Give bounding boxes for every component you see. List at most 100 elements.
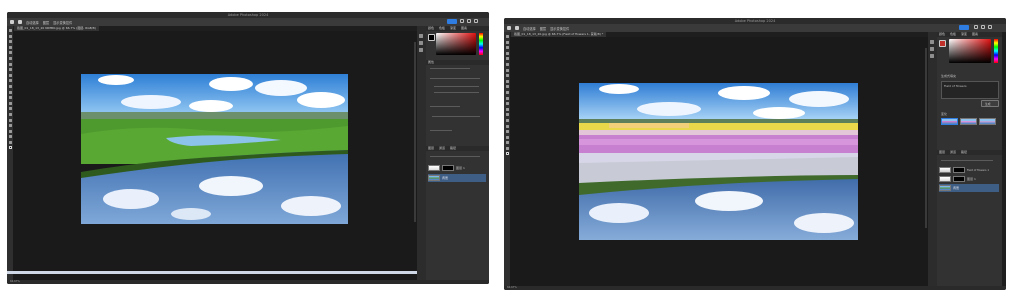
brush-settings-icon[interactable] xyxy=(930,54,934,58)
workspace-icon[interactable] xyxy=(981,25,985,29)
foreground-color-icon[interactable] xyxy=(428,34,435,41)
layer-row[interactable]: Field of flowers 1 xyxy=(939,166,999,174)
tab-color[interactable]: 颜色 xyxy=(428,26,434,31)
brush-icon[interactable] xyxy=(505,79,509,83)
crop-icon[interactable] xyxy=(8,51,12,55)
crop-icon[interactable] xyxy=(505,57,509,61)
blur-icon[interactable] xyxy=(8,101,12,105)
share-button[interactable] xyxy=(959,25,969,30)
vertical-scrollbar[interactable] xyxy=(414,42,416,222)
vertical-scrollbar[interactable] xyxy=(925,48,927,228)
zoom-icon[interactable] xyxy=(8,140,12,144)
brush-settings-icon[interactable] xyxy=(419,48,423,52)
lasso-icon[interactable] xyxy=(8,40,12,44)
pen-icon[interactable] xyxy=(505,118,509,122)
expand-icon[interactable] xyxy=(988,25,992,29)
color-swatch-icon[interactable] xyxy=(505,152,509,156)
transform-controls-option[interactable]: 显示变换控件 xyxy=(53,20,72,25)
healing-icon[interactable] xyxy=(505,74,509,78)
shape-icon[interactable] xyxy=(505,135,509,139)
shape-icon[interactable] xyxy=(8,129,12,133)
history-icon[interactable] xyxy=(930,40,934,44)
tab-gradients[interactable]: 渐变 xyxy=(961,32,967,37)
document-image[interactable] xyxy=(579,83,858,240)
tab-swatches[interactable]: 色板 xyxy=(439,26,445,31)
type-icon[interactable] xyxy=(505,124,509,128)
tab-color[interactable]: 颜色 xyxy=(939,32,945,37)
tab-paths[interactable]: 路径 xyxy=(961,150,967,155)
stamp-icon[interactable] xyxy=(8,79,12,83)
auto-select-option[interactable]: 自动选择 xyxy=(523,26,536,31)
layer-row-selected[interactable]: 背景 xyxy=(939,184,999,192)
gradient-icon[interactable] xyxy=(8,96,12,100)
tab-layers[interactable]: 图层 xyxy=(428,146,434,151)
hand-icon[interactable] xyxy=(8,135,12,139)
move-icon[interactable] xyxy=(505,35,509,38)
marquee-icon[interactable] xyxy=(505,40,509,44)
path-select-icon[interactable] xyxy=(505,130,509,134)
eyedropper-icon[interactable] xyxy=(8,62,12,66)
lasso-icon[interactable] xyxy=(505,46,509,50)
generate-button[interactable]: 生成 xyxy=(981,100,999,107)
tab-channels[interactable]: 通道 xyxy=(439,146,445,151)
auto-select-option[interactable]: 自动选择 xyxy=(26,20,39,25)
layer-row[interactable]: 图层 1 xyxy=(428,164,486,172)
variation-thumb[interactable] xyxy=(941,118,958,125)
move-icon[interactable] xyxy=(8,29,12,32)
eraser-icon[interactable] xyxy=(505,96,509,100)
expand-icon[interactable] xyxy=(474,19,478,23)
dodge-icon[interactable] xyxy=(505,113,509,117)
marquee-icon[interactable] xyxy=(8,34,12,38)
prompt-input[interactable]: Field of flowers xyxy=(941,81,999,99)
healing-icon[interactable] xyxy=(8,68,12,72)
history-icon[interactable] xyxy=(419,34,423,38)
eraser-icon[interactable] xyxy=(8,90,12,94)
hand-icon[interactable] xyxy=(505,141,509,145)
move-tool-icon[interactable] xyxy=(18,20,22,24)
brush-icon[interactable] xyxy=(8,73,12,77)
quick-select-icon[interactable] xyxy=(505,51,509,55)
adjust-icon[interactable] xyxy=(419,41,423,45)
type-icon[interactable] xyxy=(8,118,12,122)
frame-icon[interactable] xyxy=(8,56,12,60)
frame-icon[interactable] xyxy=(505,62,509,66)
workspace-icon[interactable] xyxy=(467,19,471,23)
eyedropper-icon[interactable] xyxy=(505,68,509,72)
quick-select-icon[interactable] xyxy=(8,45,12,49)
history-brush-icon[interactable] xyxy=(8,84,12,88)
move-tool-icon[interactable] xyxy=(515,26,519,30)
search-icon[interactable] xyxy=(974,25,978,29)
tab-gradients[interactable]: 渐变 xyxy=(450,26,456,31)
document-image[interactable] xyxy=(81,74,348,224)
hue-slider[interactable] xyxy=(994,39,998,63)
zoom-icon[interactable] xyxy=(505,146,509,150)
home-icon[interactable] xyxy=(507,26,511,30)
layer-row[interactable]: 图层 1 xyxy=(939,175,999,183)
home-icon[interactable] xyxy=(10,20,14,24)
tab-paths[interactable]: 路径 xyxy=(450,146,456,151)
layer-row-selected[interactable]: 背景 xyxy=(428,174,486,182)
tab-patterns[interactable]: 图案 xyxy=(461,26,467,31)
color-swatch-icon[interactable] xyxy=(8,146,12,150)
tab-patterns[interactable]: 图案 xyxy=(972,32,978,37)
history-brush-icon[interactable] xyxy=(505,90,509,94)
pen-icon[interactable] xyxy=(8,112,12,116)
stamp-icon[interactable] xyxy=(505,85,509,89)
transform-controls-option[interactable]: 显示变换控件 xyxy=(550,26,569,31)
blur-icon[interactable] xyxy=(505,107,509,111)
variation-thumb[interactable] xyxy=(960,118,977,125)
share-button[interactable] xyxy=(447,19,457,24)
tab-layers[interactable]: 图层 xyxy=(939,150,945,155)
path-select-icon[interactable] xyxy=(8,124,12,128)
canvas-area[interactable] xyxy=(13,31,417,280)
tab-swatches[interactable]: 色板 xyxy=(950,32,956,37)
tab-channels[interactable]: 通道 xyxy=(950,150,956,155)
foreground-color-icon[interactable] xyxy=(939,40,946,47)
gradient-icon[interactable] xyxy=(505,102,509,106)
canvas-area[interactable] xyxy=(510,37,928,286)
layer-dropdown[interactable]: 图层 xyxy=(43,20,49,25)
layer-dropdown[interactable]: 图层 xyxy=(540,26,546,31)
variation-thumb[interactable] xyxy=(979,118,996,125)
adjust-icon[interactable] xyxy=(930,47,934,51)
color-picker-field[interactable] xyxy=(949,39,991,63)
